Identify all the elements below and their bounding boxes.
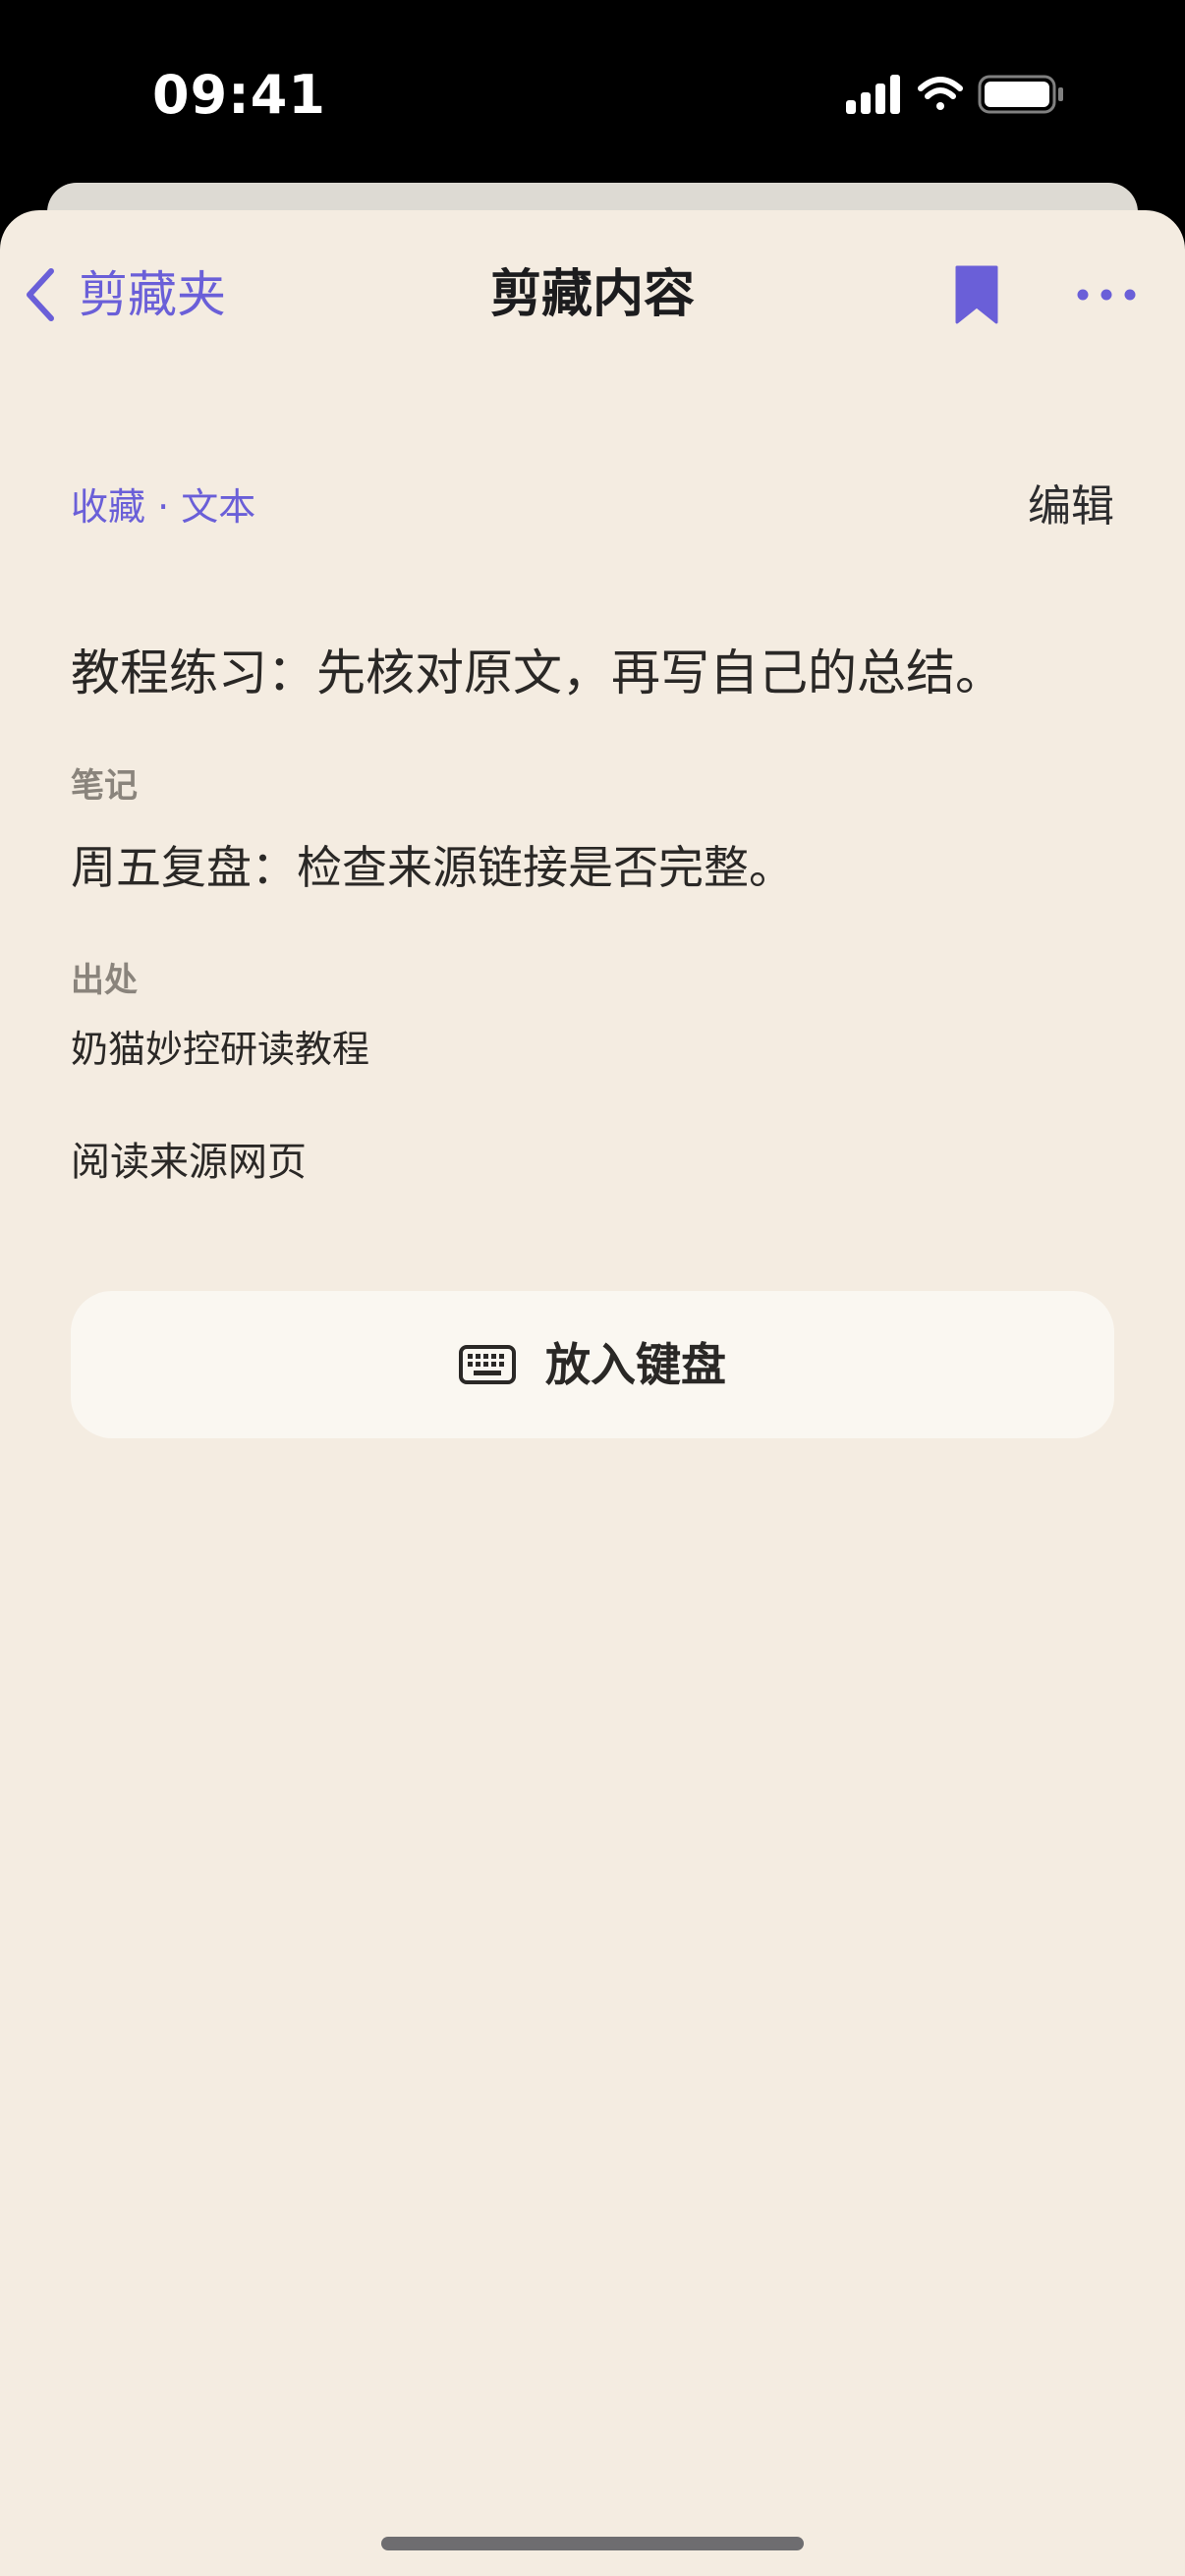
- wifi-icon: [918, 77, 963, 110]
- note-label: 笔记: [71, 766, 138, 806]
- source-text: 奶猫妙控研读教程: [71, 1028, 370, 1071]
- home-indicator[interactable]: [381, 2537, 804, 2550]
- clip-category: 收藏 · 文本: [71, 485, 256, 529]
- battery-icon: [978, 75, 1063, 114]
- back-button[interactable]: 剪藏夹: [24, 257, 226, 332]
- add-to-keyboard-label: 放入键盘: [545, 1338, 726, 1391]
- status-time: 09:41: [152, 64, 326, 126]
- read-source-link[interactable]: 阅读来源网页: [71, 1134, 307, 1191]
- bookmark-icon[interactable]: [951, 263, 1002, 326]
- add-to-keyboard-button[interactable]: 放入键盘: [71, 1291, 1114, 1438]
- source-label: 出处: [71, 961, 138, 1000]
- note-text: 周五复盘：检查来源链接是否完整。: [71, 841, 794, 894]
- cellular-signal-icon: [846, 75, 900, 114]
- edit-button[interactable]: 编辑: [1028, 479, 1114, 534]
- keyboard-icon: [459, 1345, 516, 1384]
- clip-text: 教程练习：先核对原文，再写自己的总结。: [71, 644, 1004, 701]
- back-button-label: 剪藏夹: [79, 266, 226, 323]
- status-icons: [846, 75, 1063, 114]
- chevron-left-icon: [27, 268, 54, 321]
- screen: 09:41 剪藏夹 剪藏内容 收藏 · 文本 编辑 教程练习：先核对原文，再写自…: [0, 0, 1185, 2576]
- ellipsis-icon[interactable]: [1071, 271, 1142, 318]
